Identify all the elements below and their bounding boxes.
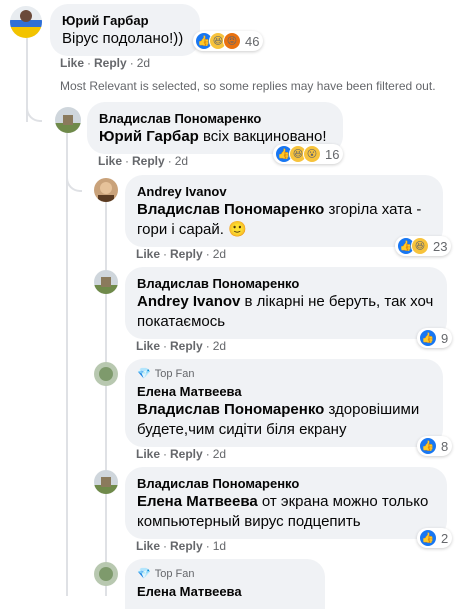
- comment-timestamp[interactable]: 2d: [213, 247, 226, 261]
- like-button[interactable]: Like: [136, 247, 160, 261]
- comment-text: Andrey Ivanov в лікарні не беруть, так х…: [137, 293, 434, 330]
- avatar[interactable]: [55, 107, 81, 133]
- filter-note: Most Relevant is selected, so some repli…: [60, 79, 436, 93]
- mention-link[interactable]: Елена Матвеева: [137, 493, 258, 510]
- comment-timestamp[interactable]: 2d: [213, 447, 226, 461]
- comment-bubble: Владислав Пономаренко Andrey Ivanov в лі…: [125, 267, 447, 339]
- comment-actions: Like · Reply · 1d: [136, 539, 227, 553]
- comment-author[interactable]: Владислав Пономаренко: [137, 275, 435, 292]
- comment-author[interactable]: Andrey Ivanov: [137, 183, 431, 200]
- reaction-count: 23: [433, 238, 448, 254]
- comment-actions: Like · Reply · 2d: [136, 247, 227, 261]
- reply-button[interactable]: Reply: [170, 539, 203, 553]
- reaction-summary[interactable]: 👍 2: [417, 528, 453, 548]
- reaction-count: 2: [441, 530, 449, 546]
- reaction-count: 16: [325, 146, 340, 162]
- comment-timestamp[interactable]: 2d: [137, 56, 150, 70]
- mention-link[interactable]: Владислав Пономаренко: [137, 201, 324, 218]
- haha-reaction-icon: 😆: [411, 237, 429, 255]
- reply-button[interactable]: Reply: [170, 339, 203, 353]
- comment-actions: Like · Reply · 2d: [136, 339, 227, 353]
- reaction-summary[interactable]: 👍 8: [417, 436, 453, 456]
- comment-timestamp[interactable]: 2d: [175, 154, 188, 168]
- wow-reaction-icon: 😮: [303, 145, 321, 163]
- reply-button[interactable]: Reply: [132, 154, 165, 168]
- angry-reaction-icon: 😡: [223, 32, 241, 50]
- top-fan-badge: 💎 Top Fan: [137, 568, 195, 580]
- diamond-icon: 💎: [137, 568, 151, 580]
- avatar[interactable]: [94, 178, 118, 202]
- reaction-summary[interactable]: 👍 9: [417, 328, 453, 348]
- avatar[interactable]: [94, 270, 118, 294]
- reaction-count: 46: [245, 33, 260, 49]
- comment-bubble: Юрий Гарбар Вірус подолано!)): [50, 4, 200, 56]
- reply-button[interactable]: Reply: [94, 56, 127, 70]
- like-reaction-icon: 👍: [419, 437, 437, 455]
- thread-line-nested: [66, 132, 68, 596]
- reaction-count: 9: [441, 330, 449, 346]
- like-button[interactable]: Like: [60, 56, 84, 70]
- comment-bubble: 💎 Top Fan Елена Матвеева: [125, 559, 325, 609]
- thread-line-level3: [105, 200, 107, 596]
- top-fan-badge: 💎 Top Fan: [137, 368, 195, 380]
- like-button[interactable]: Like: [136, 447, 160, 461]
- comment-author[interactable]: Владислав Пономаренко: [99, 110, 331, 127]
- comment-bubble: Владислав Пономаренко Елена Матвеева от …: [125, 467, 447, 539]
- reply-button[interactable]: Reply: [170, 247, 203, 261]
- mention-link[interactable]: Владислав Пономаренко: [137, 401, 324, 418]
- comment-text: Вірус подолано!)): [62, 30, 184, 47]
- reaction-summary[interactable]: 👍 😆 😡 46: [193, 31, 264, 51]
- comment-actions: Like · Reply · 2d: [98, 154, 189, 168]
- like-button[interactable]: Like: [98, 154, 122, 168]
- comment-actions: Like · Reply · 2d: [60, 56, 151, 70]
- comment-text: Владислав Пономаренко здоровішими будете…: [137, 401, 420, 438]
- reaction-summary[interactable]: 👍 😆 23: [395, 236, 452, 256]
- mention-link[interactable]: Юрий Гарбар: [99, 128, 199, 145]
- avatar[interactable]: [94, 362, 118, 386]
- thread-curve-reply-1: [26, 90, 42, 122]
- avatar[interactable]: [94, 562, 118, 586]
- comment-author[interactable]: Юрий Гарбар: [62, 12, 188, 29]
- reaction-summary[interactable]: 👍 😆 😮 16: [273, 144, 344, 164]
- avatar[interactable]: [94, 470, 118, 494]
- like-reaction-icon: 👍: [419, 529, 437, 547]
- like-reaction-icon: 👍: [419, 329, 437, 347]
- comment-bubble: Andrey Ivanov Владислав Пономаренко згор…: [125, 175, 443, 247]
- comment-bubble: 💎 Top Fan Елена Матвеева Владислав Поном…: [125, 359, 443, 447]
- comment-author[interactable]: Владислав Пономаренко: [137, 475, 435, 492]
- comment-actions: Like · Reply · 2d: [136, 447, 227, 461]
- like-button[interactable]: Like: [136, 539, 160, 553]
- thread-curve-nested-1: [66, 170, 82, 192]
- avatar[interactable]: [10, 6, 42, 38]
- comment-author[interactable]: Елена Матвеева: [137, 383, 431, 400]
- comment-text: Елена Матвеева от экрана можно только ко…: [137, 493, 429, 530]
- comment-timestamp[interactable]: 1d: [213, 539, 226, 553]
- diamond-icon: 💎: [137, 368, 151, 380]
- comment-timestamp[interactable]: 2d: [213, 339, 226, 353]
- mention-link[interactable]: Andrey Ivanov: [137, 293, 240, 310]
- comment-text: Владислав Пономаренко згоріла хата - гор…: [137, 201, 422, 238]
- reply-button[interactable]: Reply: [170, 447, 203, 461]
- reaction-count: 8: [441, 438, 449, 454]
- comment-author[interactable]: Елена Матвеева: [137, 583, 313, 600]
- like-button[interactable]: Like: [136, 339, 160, 353]
